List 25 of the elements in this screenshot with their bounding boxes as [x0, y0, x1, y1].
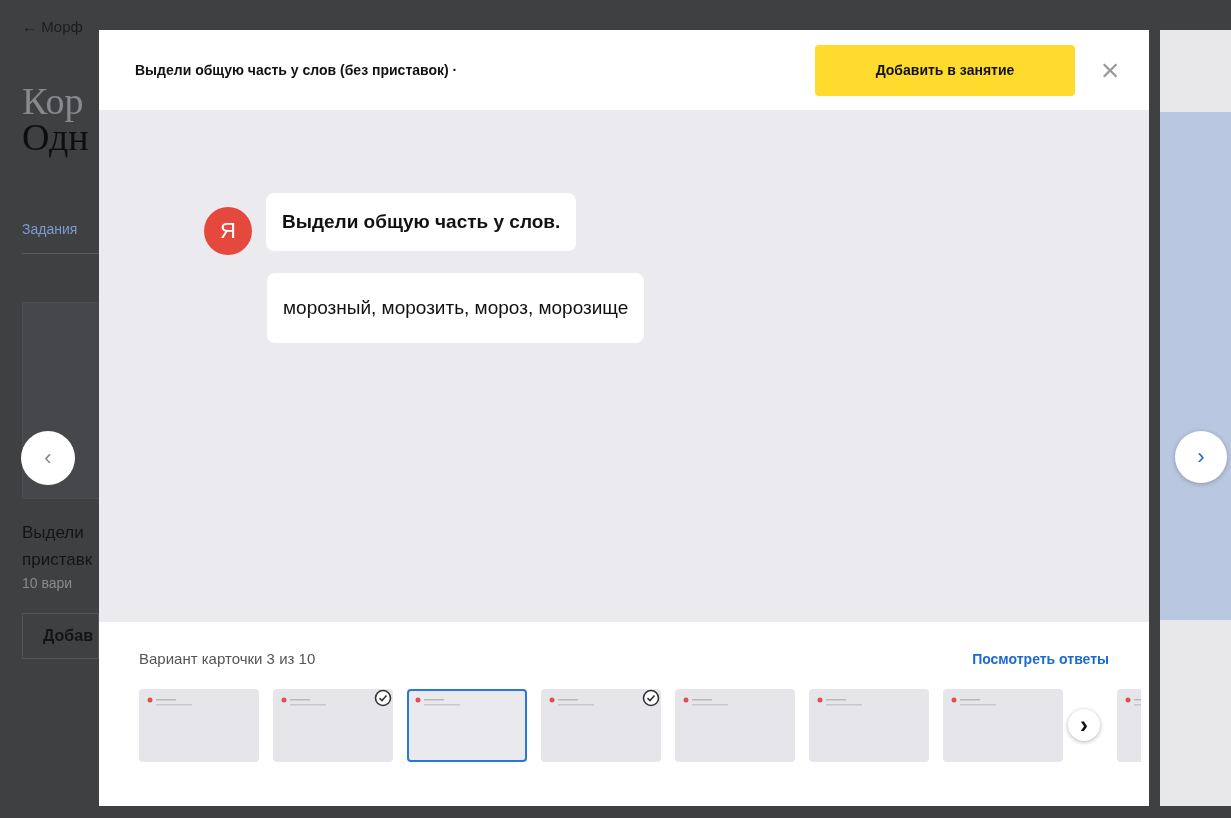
- card-thumbnail[interactable]: [675, 689, 795, 762]
- modal-title: Выдели общую часть у слов (без приставок) ·: [135, 62, 459, 78]
- card-thumbnail[interactable]: [273, 689, 393, 762]
- card-preview-icon: [683, 697, 729, 707]
- card-meta: 10 вари: [22, 575, 73, 591]
- card-thumbnail[interactable]: [407, 689, 527, 762]
- tasks-tab[interactable]: Задания: [22, 221, 78, 237]
- card-thumbnail[interactable]: [541, 689, 661, 762]
- card-preview-icon: [147, 697, 193, 707]
- card-preview-icon: [549, 697, 595, 707]
- card-preview-icon: [817, 697, 863, 707]
- message-bubble: Выдели общую часть у слов.: [266, 193, 577, 251]
- variant-label: Вариант карточки 3 из 10: [139, 650, 316, 667]
- avatar-icon: Я: [204, 207, 252, 255]
- message-bubble: морозный, морозить, мороз, морозище: [267, 273, 645, 343]
- next-button[interactable]: ›: [1068, 709, 1100, 741]
- card-preview-icon: [951, 697, 997, 707]
- card-thumbnail[interactable]: [139, 689, 259, 762]
- view-answers-link[interactable]: Посмотреть ответы: [972, 650, 1109, 667]
- add-to-lesson-button[interactable]: Добавить в занятие: [815, 44, 1075, 96]
- card-preview-icon: [415, 697, 461, 707]
- close-button[interactable]: ×: [1095, 51, 1125, 89]
- card-thumbnail[interactable]: [943, 689, 1063, 762]
- card-thumbnail[interactable]: [809, 689, 929, 762]
- card-preview-icon: [281, 697, 327, 707]
